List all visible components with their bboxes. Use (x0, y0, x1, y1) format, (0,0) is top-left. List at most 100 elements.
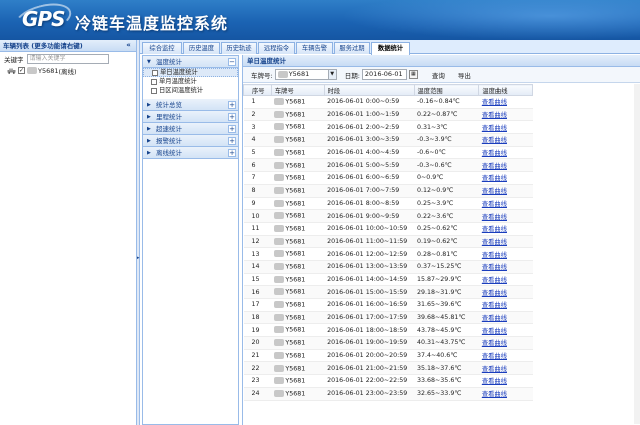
view-curve-link-cell[interactable]: 查看曲线 (478, 298, 533, 312)
expand-plus-icon[interactable]: + (228, 125, 236, 133)
view-curve-link[interactable]: 查看曲线 (482, 125, 507, 132)
view-curve-link[interactable]: 查看曲线 (482, 366, 507, 373)
table-row[interactable]: 17 Y5681 2016-06-01 16:00~16:59 31.65~39.6℃… (243, 298, 533, 312)
export-button[interactable]: 导出 (458, 70, 471, 80)
tab-history-track[interactable]: 历史轨迹 (221, 42, 257, 54)
view-curve-link-cell[interactable]: 查看曲线 (478, 158, 533, 173)
table-row[interactable]: 18 Y5681 2016-06-01 17:00~17:59 39.68~45.81… (243, 311, 533, 325)
col-header-plate[interactable]: 车牌号 (270, 84, 325, 96)
view-curve-link[interactable]: 查看曲线 (482, 175, 507, 182)
view-curve-link-cell[interactable]: 查看曲线 (478, 184, 533, 198)
view-curve-link-cell[interactable]: 查看曲线 (478, 260, 533, 274)
view-curve-link[interactable]: 查看曲线 (482, 214, 507, 221)
view-curve-link-cell[interactable]: 查看曲线 (478, 120, 533, 135)
table-row[interactable]: 15 Y5681 2016-06-01 14:00~14:59 15.87~29.9℃… (243, 273, 533, 287)
view-curve-link-cell[interactable]: 查看曲线 (478, 197, 533, 211)
table-row[interactable]: 6 Y5681 2016-06-01 5:00~5:59 -0.3~0.6℃ 查看曲线 (243, 158, 533, 173)
nav-group-temperature[interactable]: ▼ 温度统计 − (143, 56, 238, 68)
view-curve-link-cell[interactable]: 查看曲线 (478, 146, 533, 160)
nav-group-alarm[interactable]: ▶ 报警统计 + (143, 135, 238, 147)
table-scrollbar[interactable] (634, 84, 640, 424)
view-curve-link[interactable]: 查看曲线 (482, 378, 507, 385)
nav-group-speeding[interactable]: ▶ 超速统计 + (143, 123, 238, 135)
view-curve-link[interactable]: 查看曲线 (482, 150, 507, 157)
view-curve-link[interactable]: 查看曲线 (482, 315, 507, 322)
table-row[interactable]: 2 Y5681 2016-06-01 1:00~1:59 0.22~0.87℃ 查看曲线 (243, 108, 533, 122)
view-curve-link[interactable]: 查看曲线 (482, 264, 507, 271)
view-curve-link-cell[interactable]: 查看曲线 (478, 285, 533, 299)
view-curve-link-cell[interactable]: 查看曲线 (478, 108, 533, 122)
view-curve-link[interactable]: 查看曲线 (482, 239, 507, 246)
col-header-curve[interactable]: 温度曲线 (478, 84, 533, 96)
tab-service-expired[interactable]: 服务过期 (334, 42, 370, 54)
view-curve-link-cell[interactable]: 查看曲线 (478, 336, 533, 350)
collapse-minus-icon[interactable]: − (228, 58, 236, 66)
splitter-arrow-icon[interactable]: ▸ (137, 255, 140, 261)
view-curve-link[interactable]: 查看曲线 (482, 112, 507, 119)
nav-group-offline[interactable]: ▶ 离线统计 + (143, 147, 238, 159)
view-curve-link[interactable]: 查看曲线 (482, 328, 507, 335)
view-curve-link[interactable]: 查看曲线 (482, 137, 507, 144)
table-row[interactable]: 19 Y5681 2016-06-01 18:00~18:59 43.78~45.9℃… (243, 323, 533, 338)
view-curve-link-cell[interactable]: 查看曲线 (478, 361, 533, 376)
table-row[interactable]: 14 Y5681 2016-06-01 13:00~13:59 0.37~15.25℃… (243, 260, 533, 274)
table-row[interactable]: 8 Y5681 2016-06-01 7:00~7:59 0.12~0.9℃ 查看曲线 (243, 184, 533, 198)
expand-plus-icon[interactable]: + (228, 137, 236, 145)
view-curve-link[interactable]: 查看曲线 (482, 302, 507, 309)
panel-splitter[interactable]: ▸ (137, 40, 140, 425)
expand-plus-icon[interactable]: + (228, 101, 236, 109)
table-row[interactable]: 13 Y5681 2016-06-01 12:00~12:59 0.28~0.81℃ 查… (243, 247, 533, 261)
view-curve-link[interactable]: 查看曲线 (482, 290, 507, 297)
table-row[interactable]: 1 Y5681 2016-06-01 0:00~0:59 -0.16~0.84℃ 查看曲… (243, 95, 533, 109)
table-row[interactable]: 16 Y5681 2016-06-01 15:00~15:59 29.18~31.9℃… (243, 285, 533, 299)
view-curve-link-cell[interactable]: 查看曲线 (478, 273, 533, 287)
view-curve-link-cell[interactable]: 查看曲线 (478, 323, 533, 338)
calendar-icon[interactable]: ▦ (408, 70, 418, 79)
view-curve-link-cell[interactable]: 查看曲线 (478, 95, 533, 109)
table-row[interactable]: 20 Y5681 2016-06-01 19:00~19:59 40.31~43.75… (243, 336, 533, 350)
table-row[interactable]: 10 Y5681 2016-06-01 9:00~9:59 0.22~3.6℃ 查看曲线 (243, 209, 533, 223)
table-row[interactable]: 22 Y5681 2016-06-01 21:00~21:59 35.18~37.6℃… (243, 361, 533, 376)
view-curve-link[interactable]: 查看曲线 (482, 201, 507, 208)
chevron-down-icon[interactable]: ▼ (327, 70, 336, 79)
table-row[interactable]: 3 Y5681 2016-06-01 2:00~2:59 0.31~3℃ 查看曲线 (243, 120, 533, 135)
view-curve-link-cell[interactable]: 查看曲线 (478, 311, 533, 325)
view-curve-link[interactable]: 查看曲线 (482, 163, 507, 170)
view-curve-link-cell[interactable]: 查看曲线 (478, 387, 533, 401)
vehicle-checkbox[interactable]: ✓ (18, 67, 25, 74)
view-curve-link-cell[interactable]: 查看曲线 (478, 209, 533, 223)
view-curve-link-cell[interactable]: 查看曲线 (478, 222, 533, 236)
view-curve-link[interactable]: 查看曲线 (482, 188, 507, 195)
table-row[interactable]: 11 Y5681 2016-06-01 10:00~10:59 0.25~0.62℃ 查… (243, 222, 533, 236)
view-curve-link-cell[interactable]: 查看曲线 (478, 133, 533, 147)
table-row[interactable]: 12 Y5681 2016-06-01 11:00~11:59 0.19~0.62℃ 查… (243, 235, 533, 249)
nav-group-overview[interactable]: ▶ 统计总览 + (143, 99, 238, 111)
query-button[interactable]: 查询 (432, 70, 445, 80)
nav-group-mileage[interactable]: ▶ 里程统计 + (143, 111, 238, 123)
keyword-input[interactable]: 请输入关键字 (26, 53, 109, 64)
tab-data-statistics[interactable]: 数据统计 (371, 42, 410, 55)
tab-vehicle-alarm[interactable]: 车辆告警 (296, 42, 333, 54)
date-input[interactable]: 2016-06-01 (361, 69, 407, 80)
view-curve-link[interactable]: 查看曲线 (482, 252, 507, 259)
view-curve-link[interactable]: 查看曲线 (482, 391, 507, 398)
col-header-period[interactable]: 时段 (323, 84, 415, 96)
table-row[interactable]: 23 Y5681 2016-06-01 22:00~22:59 33.68~35.6℃… (243, 374, 533, 388)
view-curve-link[interactable]: 查看曲线 (482, 226, 507, 233)
table-row[interactable]: 21 Y5681 2016-06-01 20:00~20:59 37.4~40.6℃ 查… (243, 349, 533, 363)
view-curve-link-cell[interactable]: 查看曲线 (478, 349, 533, 363)
nav-item-daily-temp[interactable]: 单日温度统计 (143, 68, 238, 77)
view-curve-link-cell[interactable]: 查看曲线 (478, 171, 533, 185)
table-row[interactable]: 24 Y5681 2016-06-01 23:00~23:59 32.65~33.9℃… (243, 387, 533, 401)
expand-plus-icon[interactable]: + (228, 113, 236, 121)
table-row[interactable]: 7 Y5681 2016-06-01 6:00~6:59 0~0.9℃ 查看曲线 (243, 171, 533, 185)
view-curve-link[interactable]: 查看曲线 (482, 353, 507, 360)
view-curve-link-cell[interactable]: 查看曲线 (478, 374, 533, 388)
view-curve-link-cell[interactable]: 查看曲线 (478, 235, 533, 249)
vehicle-tree-item[interactable]: ✓ Y5681 (离线) (0, 65, 136, 76)
col-header-no[interactable]: 序号 (243, 84, 272, 96)
tab-remote-command[interactable]: 远程指令 (258, 42, 295, 54)
tab-history-temp[interactable]: 历史温度 (183, 42, 220, 54)
view-curve-link[interactable]: 查看曲线 (482, 340, 507, 347)
tab-overview[interactable]: 综合监控 (142, 42, 182, 54)
